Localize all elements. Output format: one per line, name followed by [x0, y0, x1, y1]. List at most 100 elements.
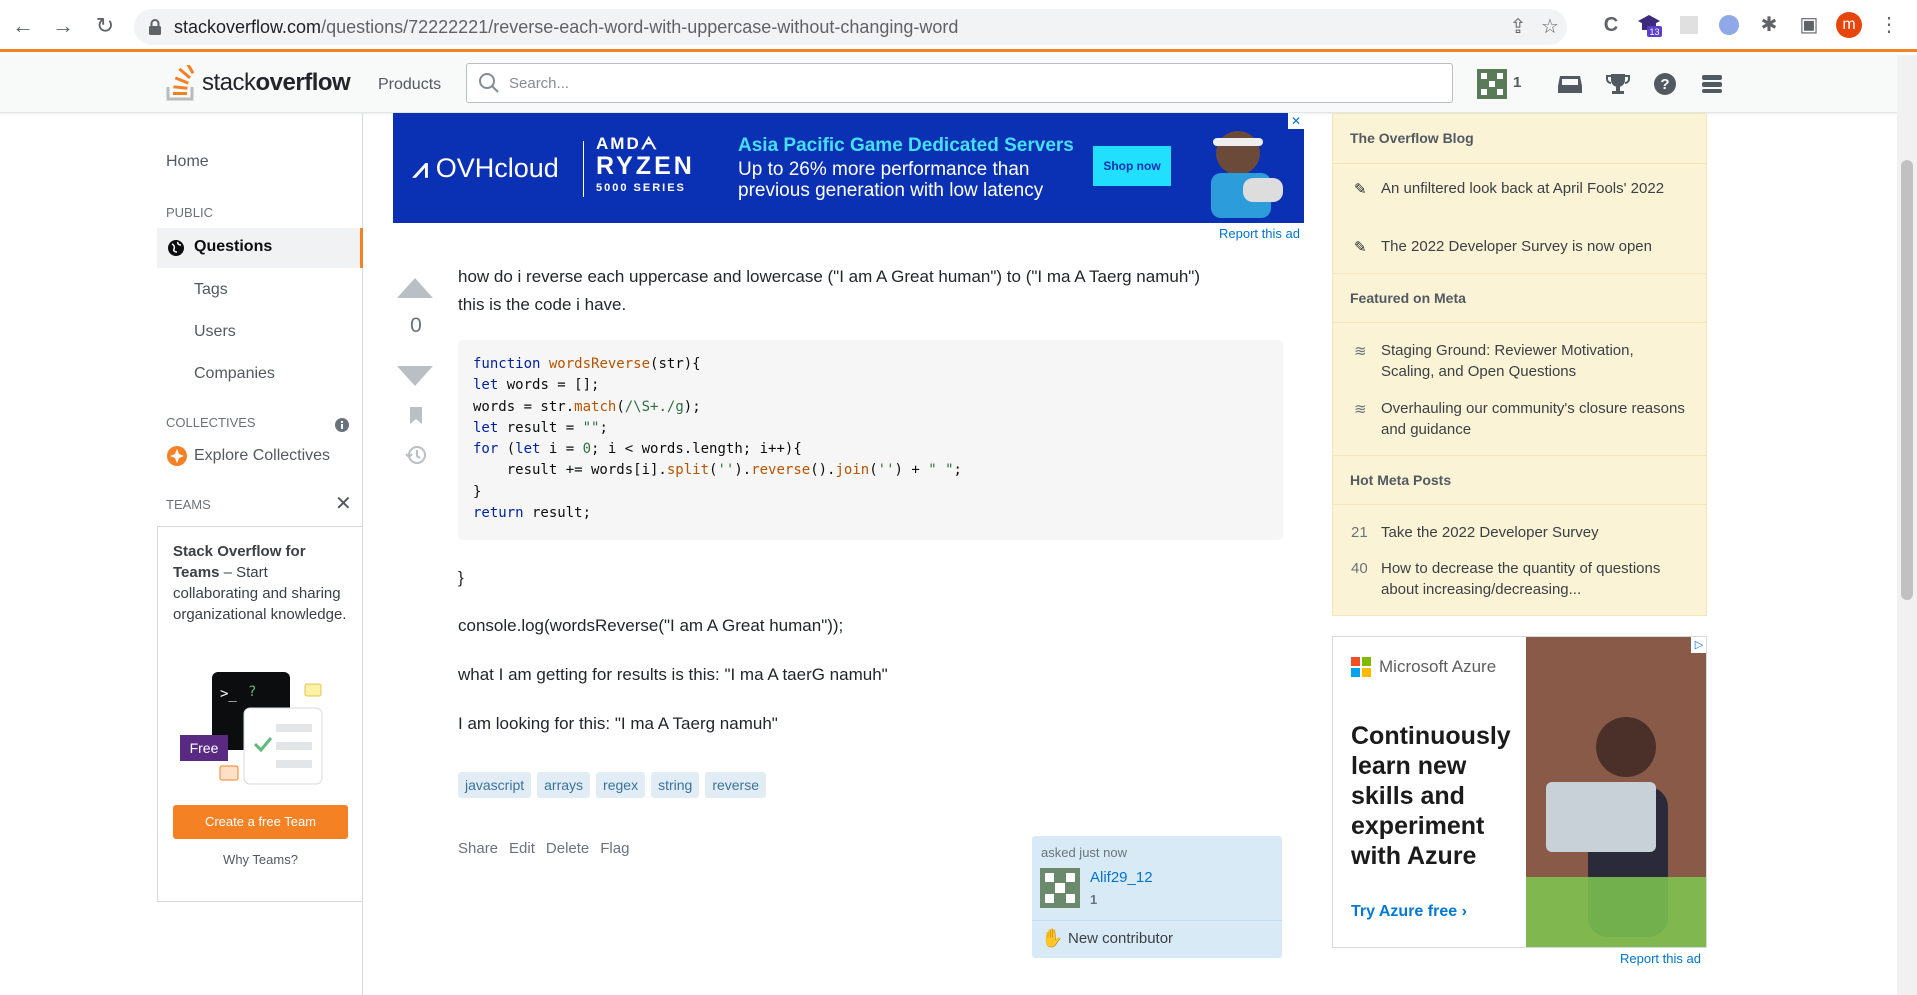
share-link[interactable]: Share: [458, 840, 498, 857]
ad-close-icon[interactable]: ✕: [1288, 113, 1304, 129]
extensions-puzzle-icon[interactable]: ✱: [1756, 12, 1782, 38]
reload-icon[interactable]: ↻: [92, 13, 118, 39]
logo-text-right: overflow: [255, 69, 351, 96]
back-icon[interactable]: ←: [10, 13, 36, 39]
extension-school-icon[interactable]: 13: [1636, 12, 1662, 38]
free-badge: Free: [180, 735, 228, 761]
nav-questions-label: Questions: [194, 238, 273, 255]
user-name-link[interactable]: Alif29_12: [1090, 869, 1153, 886]
ad-azure-headline: Continuously learn new skills and experi…: [1351, 722, 1511, 870]
getting-line: what I am getting for results is this: "…: [458, 665, 888, 684]
nav-users[interactable]: Users: [194, 323, 236, 341]
stack-icon: ≋: [1354, 401, 1367, 418]
extension-badge: 13: [1649, 27, 1659, 37]
address-bar[interactable]: stackoverflow.com/questions/72222221/rev…: [134, 9, 1567, 45]
extension-grey-icon[interactable]: [1676, 12, 1702, 38]
tag-javascript[interactable]: javascript: [458, 772, 532, 798]
svg-text:>_: >_: [220, 686, 237, 702]
post-actions: Share Edit Delete Flag: [458, 840, 629, 857]
achievements-trophy-icon[interactable]: [1601, 67, 1635, 101]
try-azure-link[interactable]: Try Azure free ›: [1351, 903, 1467, 921]
closing-brace: }: [458, 568, 464, 587]
sidebar-advertisement[interactable]: Microsoft Azure Continuously learn new s…: [1332, 636, 1707, 948]
ad-sub2: previous generation with low latency: [738, 180, 1044, 201]
history-icon[interactable]: [405, 444, 427, 466]
edit-link[interactable]: Edit: [509, 840, 535, 857]
site-switcher-icon[interactable]: [1695, 67, 1729, 101]
extension-compass-icon[interactable]: [1716, 12, 1742, 38]
inbox-icon[interactable]: [1553, 67, 1587, 101]
nav-home[interactable]: Home: [166, 153, 209, 171]
report-ad-link-side[interactable]: Report this ad: [1620, 951, 1701, 966]
hot-meta-item-1[interactable]: Take the 2022 Developer Survey: [1381, 522, 1691, 543]
user-avatar[interactable]: [1040, 868, 1080, 908]
hot-meta-item-2[interactable]: How to decrease the quantity of question…: [1381, 558, 1691, 600]
meta-item-1[interactable]: Staging Ground: Reviewer Motivation, Sca…: [1381, 340, 1691, 382]
lock-icon: [149, 19, 161, 35]
hot-meta-heading: Hot Meta Posts: [1333, 455, 1706, 505]
report-ad-link-top[interactable]: Report this ad: [1219, 226, 1300, 241]
ad-azure-brand: Microsoft Azure: [1379, 657, 1497, 676]
info-icon[interactable]: [334, 417, 350, 433]
ad-person-image: [1526, 637, 1706, 947]
close-icon[interactable]: ✕: [335, 491, 352, 516]
looking-line: I am looking for this: "I ma A Taerg nam…: [458, 714, 778, 733]
create-free-team-button[interactable]: Create a free Team: [173, 805, 348, 839]
menu-kebab-icon[interactable]: ⋮: [1876, 12, 1902, 38]
tag-reverse[interactable]: reverse: [705, 772, 766, 798]
why-teams-link[interactable]: Why Teams?: [158, 852, 363, 867]
user-identicon: [1477, 69, 1507, 99]
flag-link[interactable]: Flag: [600, 840, 629, 857]
tag-string[interactable]: string: [651, 772, 700, 798]
meta-item-2[interactable]: Overhauling our community's closure reas…: [1381, 398, 1691, 440]
bookmark-icon[interactable]: [408, 406, 424, 426]
top-advertisement[interactable]: ⩘ OVHcloud AMDᗅ RYZEN 5000 SERIES Asia P…: [393, 113, 1304, 223]
stackoverflow-logo[interactable]: stackoverflow: [166, 63, 351, 103]
page-scrollbar[interactable]: [1897, 55, 1917, 995]
profile-initial: m: [1836, 12, 1862, 38]
question-line1: how do i reverse each uppercase and lowe…: [458, 267, 1200, 286]
tag-arrays[interactable]: arrays: [537, 772, 591, 798]
teams-promo: Stack Overflow for Teams – Start collabo…: [157, 526, 362, 902]
side-panel-icon[interactable]: ▣: [1796, 12, 1822, 38]
tag-regex[interactable]: regex: [596, 772, 646, 798]
scrollbar-thumb[interactable]: [1901, 160, 1913, 600]
products-menu[interactable]: Products: [366, 72, 453, 98]
upvote-arrow-icon[interactable]: [395, 276, 435, 300]
share-icon[interactable]: ⇪: [1505, 14, 1531, 40]
url-path: /questions/72222221/reverse-each-word-wi…: [321, 17, 959, 37]
bookmark-star-icon[interactable]: ☆: [1537, 14, 1563, 40]
console-line: console.log(wordsReverse("I am A Great h…: [458, 616, 844, 635]
extension-c-icon[interactable]: C: [1598, 12, 1624, 38]
nav-companies[interactable]: Companies: [194, 365, 275, 383]
ad-choices-icon[interactable]: ▷: [1691, 637, 1706, 653]
ad-gamer-image: [1211, 131, 1283, 218]
nav-questions[interactable]: Questions: [157, 228, 363, 268]
search-icon: [479, 73, 499, 93]
left-sidebar: Home PUBLIC Questions Tags Users Compani…: [157, 113, 363, 995]
blog-item-2[interactable]: The 2022 Developer Survey is now open: [1381, 236, 1691, 257]
code-fn-name: wordsReverse: [548, 356, 651, 372]
downvote-arrow-icon[interactable]: [395, 364, 435, 388]
user-profile-link[interactable]: 1: [1475, 67, 1535, 101]
search-input[interactable]: Search...: [466, 63, 1453, 103]
svg-text:?: ?: [1660, 76, 1669, 93]
ad-sub1: Up to 26% more performance than: [738, 159, 1030, 180]
question-owner-card: asked just now Alif29_12 1 ✋ New contrib…: [1032, 836, 1282, 958]
forward-icon[interactable]: →: [50, 13, 76, 39]
new-contributor-indicator[interactable]: ✋ New contributor: [1032, 920, 1282, 958]
vote-count: 0: [410, 314, 422, 337]
profile-avatar[interactable]: m: [1836, 12, 1862, 38]
ad-shop-now-button[interactable]: Shop now: [1093, 146, 1171, 186]
ad-brand-text: OVHcloud: [435, 153, 559, 183]
nav-explore-collectives[interactable]: Explore Collectives: [194, 447, 330, 465]
delete-link[interactable]: Delete: [546, 840, 589, 857]
question-line2: this is the code i have.: [458, 295, 627, 314]
blog-item-1[interactable]: An unfiltered look back at April Fools' …: [1381, 178, 1691, 199]
ad-brand: ⩘ OVHcloud: [413, 153, 559, 183]
url-text: stackoverflow.com/questions/72222221/rev…: [174, 17, 958, 38]
hot-meta-count-2: 40: [1351, 560, 1368, 577]
stack-icon: ≋: [1354, 343, 1367, 360]
help-icon[interactable]: ?: [1648, 67, 1682, 101]
nav-tags[interactable]: Tags: [194, 281, 228, 299]
